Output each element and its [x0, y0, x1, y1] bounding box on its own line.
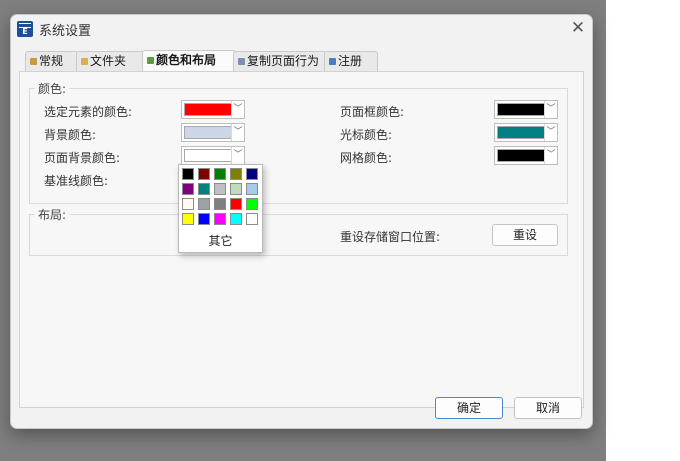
palette-color-swatch[interactable]	[214, 213, 226, 225]
tab-general[interactable]: 常规	[25, 51, 79, 71]
selected-element-color-label: 选定元素的颜色:	[44, 105, 133, 119]
cursor-color-picker[interactable]: ﹀	[494, 123, 558, 142]
palette-color-swatch[interactable]	[198, 183, 210, 195]
chevron-down-icon: ﹀	[231, 124, 244, 141]
tab-colors-layout[interactable]: 颜色和布局	[142, 50, 236, 71]
chevron-down-icon: ﹀	[544, 101, 557, 118]
palette-color-swatch[interactable]	[246, 168, 258, 180]
palette-color-swatch[interactable]	[214, 183, 226, 195]
palette-color-swatch[interactable]	[246, 183, 258, 195]
chevron-down-icon: ﹀	[231, 147, 244, 164]
other-color-button[interactable]: 其它	[179, 232, 262, 250]
palette-color-swatch[interactable]	[230, 168, 242, 180]
palette-color-swatch[interactable]	[198, 168, 210, 180]
reset-button[interactable]: 重设	[492, 224, 558, 246]
tab-register[interactable]: 注册	[324, 51, 378, 71]
palette-color-swatch[interactable]	[182, 198, 194, 210]
page-border-color-label: 页面框颜色:	[340, 105, 405, 119]
background-color-picker[interactable]: ﹀	[181, 123, 245, 142]
app-icon: E	[17, 21, 33, 37]
chevron-down-icon: ﹀	[544, 147, 557, 164]
grid-color-swatch	[497, 149, 545, 162]
palette-color-swatch[interactable]	[230, 198, 242, 210]
cursor-color-label: 光标颜色:	[340, 128, 393, 142]
page-background-color-swatch	[184, 149, 232, 162]
palette-color-swatch[interactable]	[214, 198, 226, 210]
tab-copy-page-behavior[interactable]: 复制页面行为	[233, 51, 327, 71]
ok-button[interactable]: 确定	[435, 397, 503, 419]
dialog-title: 系统设置	[39, 24, 92, 39]
grid-color-picker[interactable]: ﹀	[494, 146, 558, 165]
background-color-label: 背景颜色:	[44, 128, 97, 142]
layout-group-legend: 布局:	[35, 206, 70, 223]
page-border-color-picker[interactable]: ﹀	[494, 100, 558, 119]
palette-color-swatch[interactable]	[182, 213, 194, 225]
settings-dialog: E 系统设置 ✕ 常规 文件夹 颜色和布局 复制页面行为 注册 颜色: 选定元素…	[10, 14, 593, 429]
layout-group	[29, 214, 568, 256]
selected-element-color-picker[interactable]: ﹀	[181, 100, 245, 119]
grid-color-label: 网格颜色:	[340, 151, 393, 165]
folder-icon	[81, 58, 88, 65]
palette-color-swatch[interactable]	[198, 198, 210, 210]
palette-color-swatch[interactable]	[198, 213, 210, 225]
cursor-color-swatch	[497, 126, 545, 139]
register-icon	[329, 58, 336, 65]
palette-color-swatch[interactable]	[246, 213, 258, 225]
page-background-color-picker[interactable]: ﹀	[181, 146, 245, 165]
page-background-color-label: 页面背景颜色:	[44, 151, 121, 165]
general-tab-icon	[30, 58, 37, 65]
tab-panel-colors-layout: 颜色: 选定元素的颜色: ﹀ 背景颜色: ﹀ 页面背景颜色: ﹀ 基准线颜色: …	[19, 71, 584, 408]
cancel-button[interactable]: 取消	[514, 397, 582, 419]
color-picker-dropdown: 其它	[178, 164, 263, 253]
close-icon[interactable]: ✕	[566, 17, 590, 39]
chevron-down-icon: ﹀	[231, 101, 244, 118]
palette-color-swatch[interactable]	[182, 183, 194, 195]
palette-color-swatch[interactable]	[230, 183, 242, 195]
tab-folders[interactable]: 文件夹	[76, 51, 145, 71]
palette-color-swatch[interactable]	[214, 168, 226, 180]
palette-icon	[147, 57, 154, 64]
palette-color-swatch[interactable]	[246, 198, 258, 210]
copy-page-icon	[238, 58, 245, 65]
reset-window-position-label: 重设存储窗口位置:	[340, 230, 441, 244]
colors-group-legend: 颜色:	[35, 80, 70, 97]
palette-color-swatch[interactable]	[182, 168, 194, 180]
chevron-down-icon: ﹀	[544, 124, 557, 141]
baseline-color-label: 基准线颜色:	[44, 174, 109, 188]
selected-element-color-swatch	[184, 103, 232, 116]
palette-color-swatch[interactable]	[230, 213, 242, 225]
page-border-color-swatch	[497, 103, 545, 116]
background-color-swatch	[184, 126, 232, 139]
